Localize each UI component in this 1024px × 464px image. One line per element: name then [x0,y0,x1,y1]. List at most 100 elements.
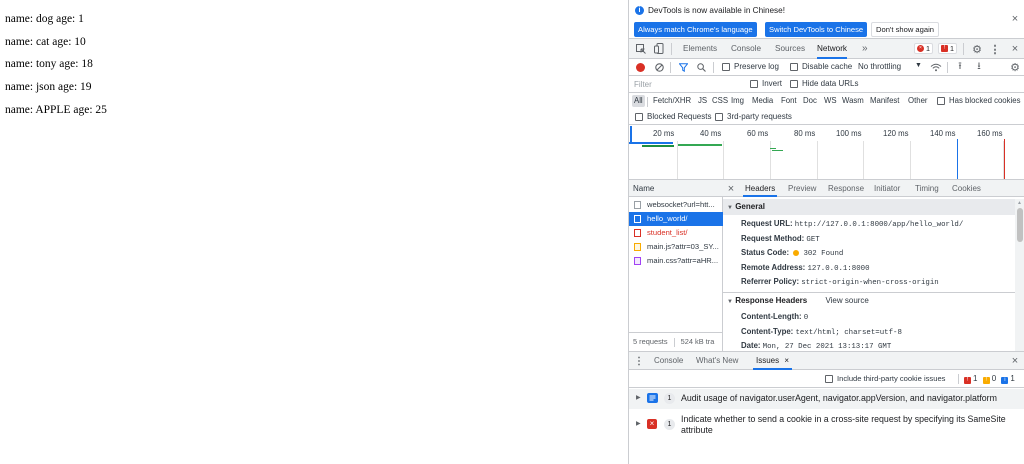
name-column-header[interactable]: Name [629,180,723,197]
tab-elements[interactable]: Elements [683,39,717,59]
tab-preview[interactable]: Preview [788,180,816,197]
tab-sources[interactable]: Sources [775,39,805,59]
network-conditions-icon[interactable] [930,62,942,72]
request-row[interactable]: main.css?attr=aHR... [629,254,723,268]
tab-headers[interactable]: Headers [743,180,778,197]
close-detail-icon[interactable]: × [726,183,736,195]
network-settings-icon[interactable]: ⚙ [1009,61,1021,74]
search-icon[interactable] [696,62,706,72]
type-filter-media[interactable]: Media [752,96,773,105]
type-filter-font[interactable]: Font [781,96,797,105]
selection-marker [630,126,632,142]
request-summary: 5 requests 524 kB tra [629,332,723,351]
document-icon [634,215,641,223]
type-filter-js[interactable]: JS [698,96,707,105]
scrollbar-thumb[interactable] [1017,208,1023,242]
type-filter-other[interactable]: Other [908,96,928,105]
match-language-button[interactable]: Always match Chrome's language [634,22,757,37]
response-headers-section-header[interactable]: ▼ Response Headers View source [723,293,1015,309]
close-drawer-icon[interactable]: × [1009,355,1021,367]
type-filter-manifest[interactable]: Manifest [870,96,899,105]
type-filter-wasm[interactable]: Wasm [842,96,864,105]
request-row[interactable]: websocket?url=htt... [629,198,723,212]
errors-badge[interactable]: × 1 [914,43,933,54]
issues-badge[interactable]: ! 1 [938,43,957,54]
drawer-tab-issues[interactable]: Issues × [753,352,793,370]
hide-data-urls-label: Hide data URLs [802,79,859,88]
inspect-element-icon[interactable] [635,43,646,54]
hide-data-urls-checkbox[interactable] [790,80,798,88]
filter-input[interactable]: Filter [631,78,741,91]
more-options-icon[interactable]: ⋮ [990,43,1001,56]
export-har-icon[interactable]: ⭳ [974,61,984,73]
type-filter-all[interactable]: All [632,95,645,107]
timeline-bar [678,144,722,146]
close-devtools-icon[interactable]: × [1009,43,1021,55]
more-tabs-button[interactable]: » [862,39,868,59]
gear-icon[interactable]: ⚙ [971,43,983,56]
error-issue-icon: × [647,419,657,429]
type-filter-img[interactable]: Img [731,96,744,105]
timeline-overview[interactable]: 20 ms 40 ms 60 ms 80 ms 100 ms 120 ms 14… [629,125,1024,180]
include-third-party-checkbox[interactable] [825,375,833,383]
language-infobar: i DevTools is now available in Chinese! … [629,0,1024,39]
devtools-tabbar: Elements Console Sources Network » × 1 !… [629,39,1024,59]
timeline-bar [770,148,776,149]
blocked-filters-row: Blocked Requests 3rd-party requests [629,110,1024,125]
has-blocked-cookies-label: Has blocked cookies [949,96,1021,105]
import-har-icon[interactable]: ⭱ [955,61,965,73]
stylesheet-icon [634,257,641,265]
invert-label: Invert [762,79,783,88]
detail-scrollbar[interactable]: ▲ [1015,199,1024,351]
device-toolbar-icon[interactable] [653,43,664,54]
issue-row[interactable]: ▶ 1 Audit usage of navigator.userAgent, … [629,389,1024,409]
issue-row[interactable]: ▶ × 1 Indicate whether to send a cookie … [629,410,1024,440]
tab-console[interactable]: Console [731,39,761,59]
request-row[interactable]: student_list/ [629,226,723,240]
preserve-log-label: Preserve log [734,62,779,71]
drawer-tabbar: ⋮ Console What's New Issues × × [629,351,1024,370]
dont-show-again-button[interactable]: Don't show again [871,22,940,37]
blocked-requests-checkbox[interactable] [635,113,643,121]
drawer-tab-console[interactable]: Console [654,352,683,370]
timeline-tick: 100 ms [836,129,862,138]
blocked-requests-label: Blocked Requests [647,112,712,121]
request-row[interactable]: hello_world/ [629,212,723,226]
throttling-select[interactable]: No throttling [858,62,901,71]
tab-response[interactable]: Response [828,180,864,197]
invert-checkbox[interactable] [750,80,758,88]
timeline-bar [629,142,673,144]
request-method-row: Request Method: GET [741,234,820,244]
drawer-menu-icon[interactable]: ⋮ [634,356,644,367]
student-row: name: json age: 19 [5,81,92,93]
has-blocked-cookies-checkbox[interactable] [937,97,945,105]
tab-cookies[interactable]: Cookies [952,180,981,197]
filter-icon[interactable] [678,62,688,72]
filter-row: Filter Invert Hide data URLs [629,76,1024,93]
type-filter-fetch-xhr[interactable]: Fetch/XHR [653,96,691,105]
record-icon[interactable] [636,63,645,72]
type-filter-doc[interactable]: Doc [803,96,817,105]
request-row[interactable]: main.js?attr=03_SY... [629,240,723,254]
chevron-down-icon[interactable]: ▼ [915,62,922,69]
third-party-requests-checkbox[interactable] [715,113,723,121]
tab-initiator[interactable]: Initiator [874,180,900,197]
issue-icon: ! [941,45,948,52]
type-filter-ws[interactable]: WS [824,96,837,105]
view-source-link[interactable]: View source [825,296,868,305]
scroll-up-icon[interactable]: ▲ [1017,200,1022,206]
preserve-log-checkbox[interactable] [722,63,730,71]
tab-network[interactable]: Network [817,39,848,59]
general-section-header[interactable]: ▼ General [723,199,1015,215]
type-filter-css[interactable]: CSS [712,96,728,105]
close-icon[interactable]: × [1009,13,1021,25]
request-detail-pane: × Headers Preview Response Initiator Tim… [723,180,1024,351]
clear-icon[interactable] [654,62,664,72]
switch-language-button[interactable]: Switch DevTools to Chinese [765,22,868,37]
tab-timing[interactable]: Timing [915,180,939,197]
resource-type-filters: All Fetch/XHR JS CSS Img Media Font Doc … [629,93,1024,110]
disable-cache-checkbox[interactable] [790,63,798,71]
drawer-tab-whats-new[interactable]: What's New [696,352,738,370]
issues-toolbar: Include third-party cookie issues ! 1 ! 0 … [629,370,1024,388]
close-tab-icon[interactable]: × [784,356,789,365]
